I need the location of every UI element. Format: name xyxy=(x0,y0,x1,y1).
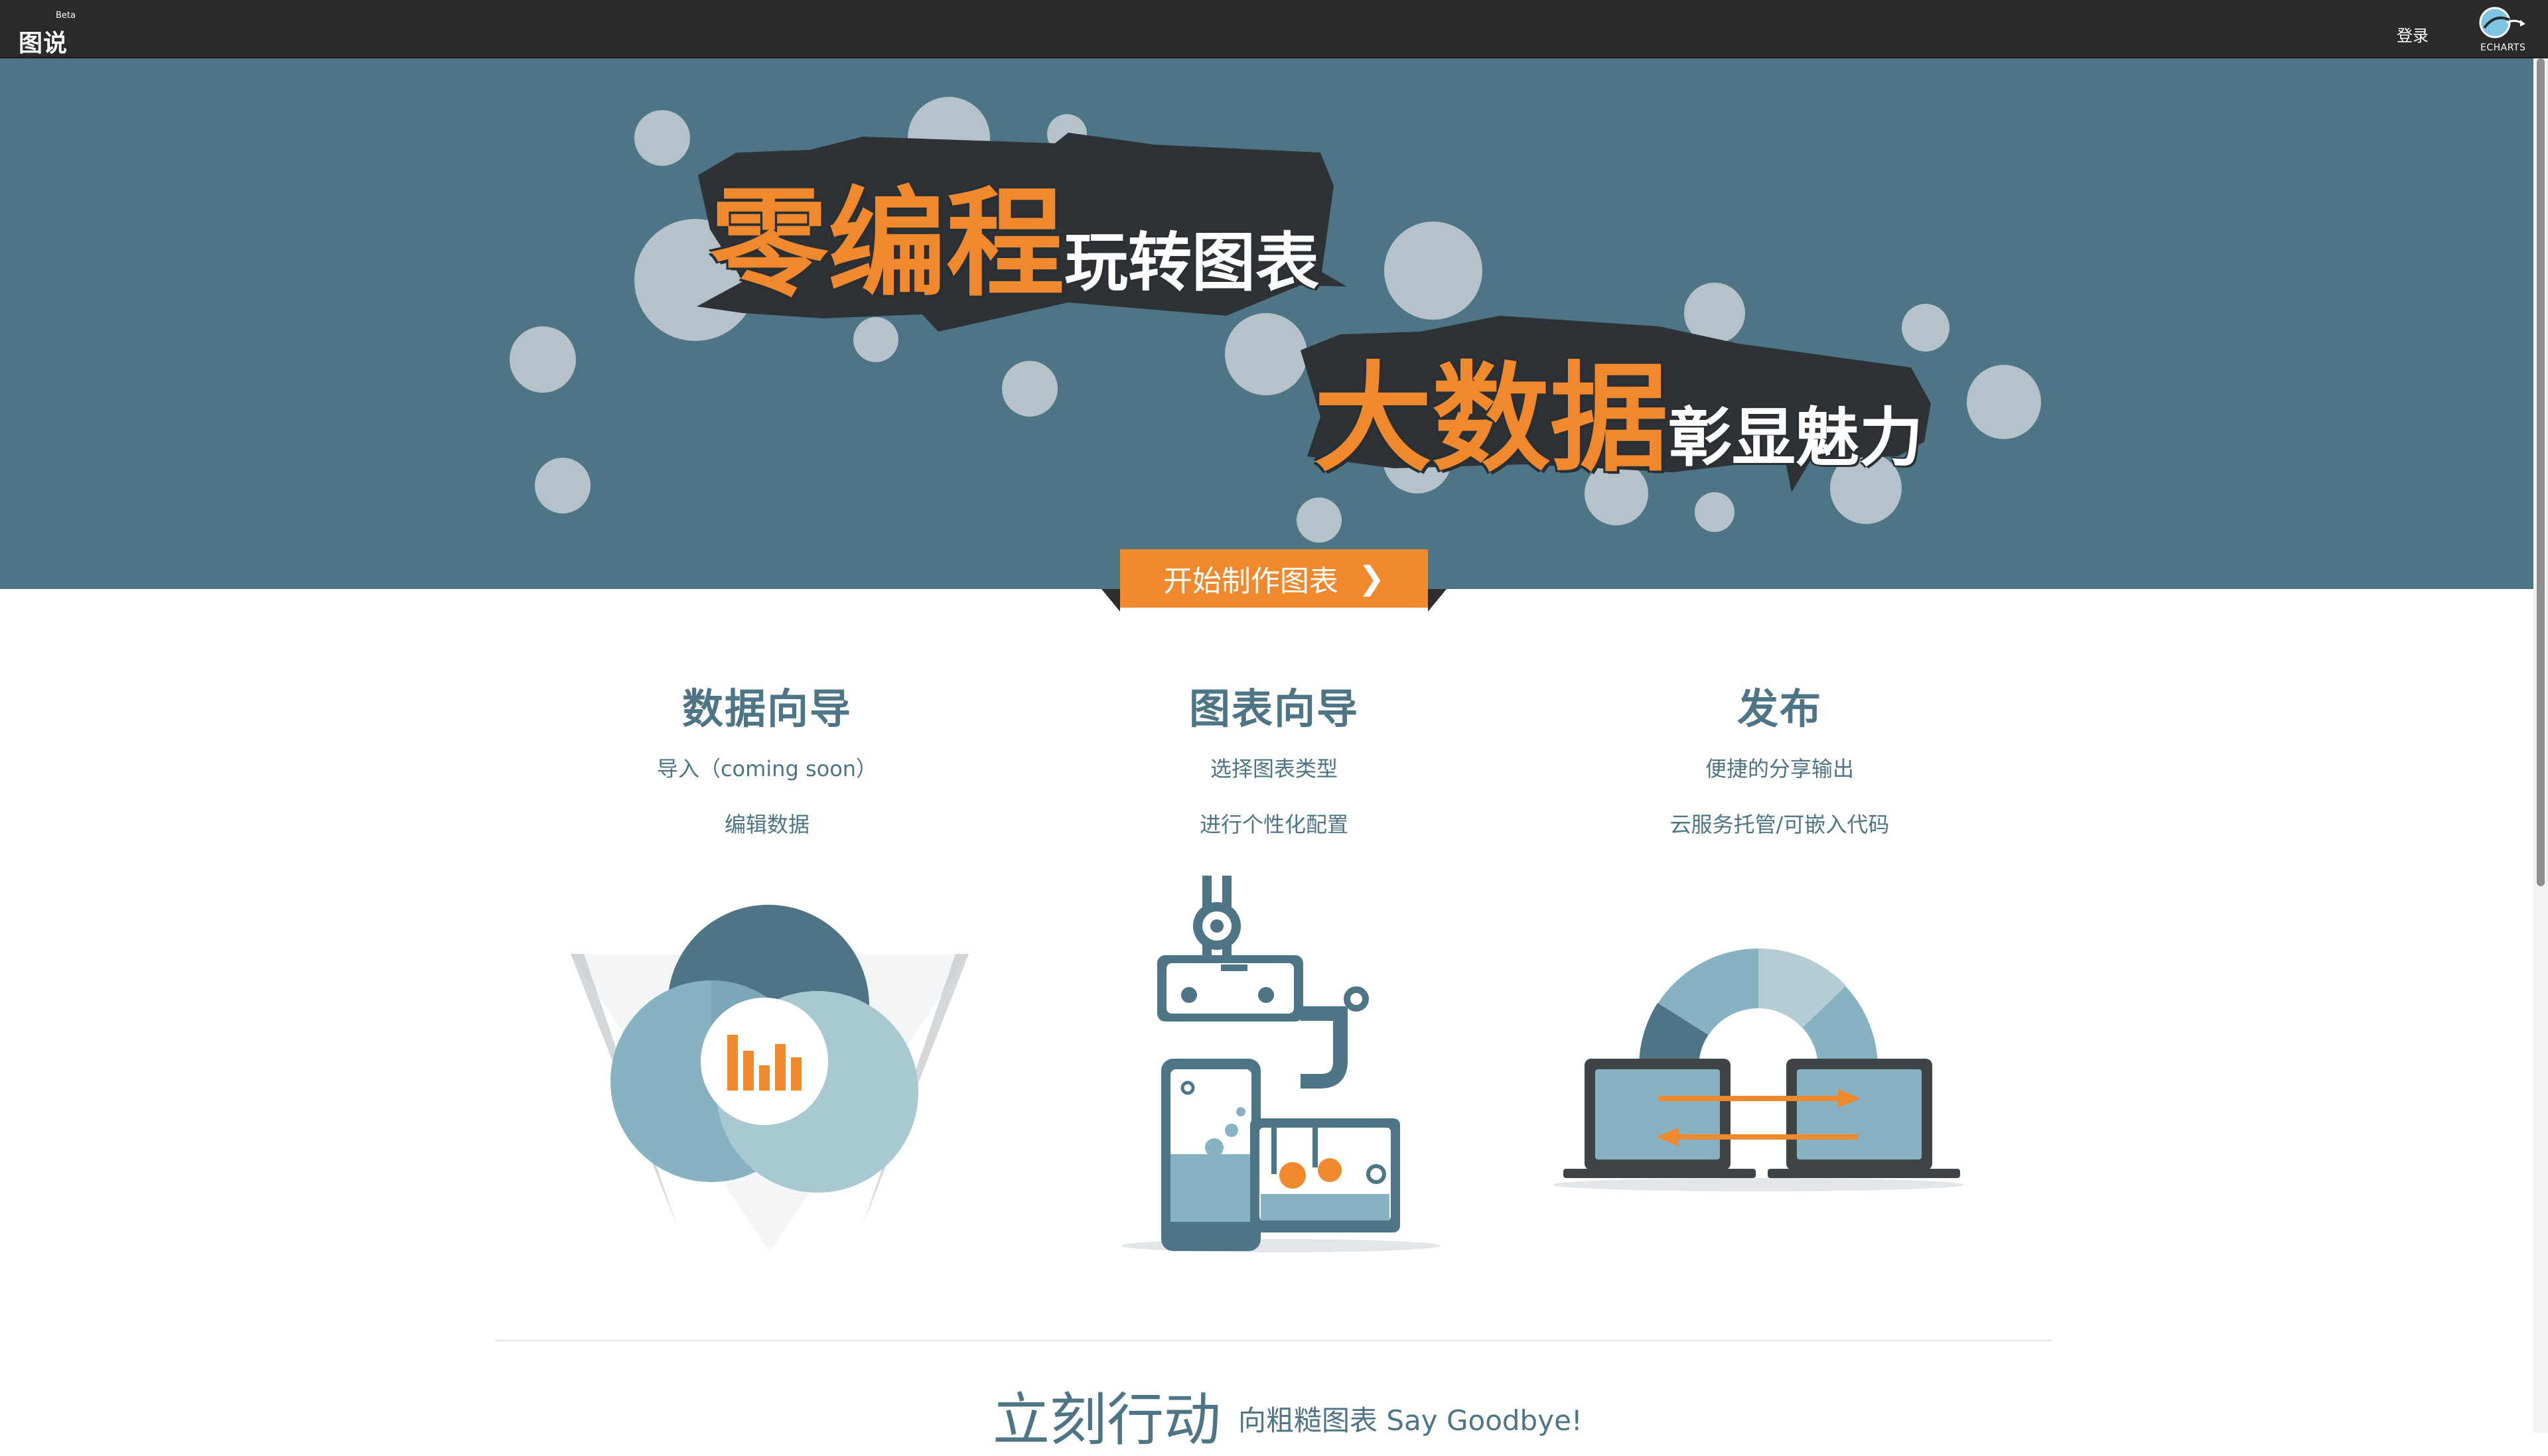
feature-chart-wizard: 图表向导 选择图表类型 进行个性化配置 xyxy=(1062,675,1486,838)
chevron-right-icon: ❯ xyxy=(1358,560,1385,597)
bubble xyxy=(1297,497,1342,543)
start-chart-label: 开始制作图表 xyxy=(1163,564,1338,598)
beta-badge: Beta xyxy=(56,11,76,21)
headline-2: 大数据彰显魅力 xyxy=(1314,324,1923,494)
bubble xyxy=(535,458,591,513)
bubble xyxy=(853,317,898,362)
bubble xyxy=(634,110,690,166)
scrollbar-thumb[interactable] xyxy=(2537,58,2545,886)
publish-illustration xyxy=(1553,948,1964,1191)
feature-item-share: 便捷的分享输出 xyxy=(1705,756,1854,781)
cta-wrapper: 开始制作图表 ❯ xyxy=(1101,549,1447,612)
feature-item-cloud: 云服务托管/可嵌入代码 xyxy=(1669,812,1890,837)
feature-title: 发布 xyxy=(1736,685,1822,733)
feature-title: 图表向导 xyxy=(1188,685,1359,733)
chart-wizard-illustration xyxy=(1121,876,1440,1252)
login-link[interactable]: 登录 xyxy=(2397,23,2429,46)
bubble xyxy=(1384,222,1482,320)
bubble xyxy=(1225,313,1307,395)
hero-banner: 零编程玩转图表 大数据彰显魅力 xyxy=(0,58,2533,589)
start-chart-button[interactable]: 开始制作图表 ❯ xyxy=(1120,549,1428,608)
headline-2-emphasis: 大数据 xyxy=(1314,350,1668,488)
top-navbar: Beta 图说 登录 ECHARTS xyxy=(0,0,2548,58)
feature-item-chart-type: 选择图表类型 xyxy=(1210,756,1338,781)
feature-publish: 发布 便捷的分享输出 云服务托管/可嵌入代码 xyxy=(1567,675,1992,838)
feature-item-customize: 进行个性化配置 xyxy=(1199,812,1348,837)
feature-item-edit-data: 编辑数据 xyxy=(724,812,810,837)
feature-title: 数据向导 xyxy=(681,685,852,733)
data-wizard-illustration xyxy=(571,905,969,1252)
headline-1: 零编程玩转图表 xyxy=(710,149,1319,319)
section-divider xyxy=(495,1340,2052,1341)
hero-bubbles xyxy=(510,97,2041,543)
echarts-icon xyxy=(2479,7,2525,38)
cta-ribbon-left xyxy=(1101,589,1120,612)
bubble xyxy=(1695,492,1734,532)
brand-name[interactable]: 图说 xyxy=(19,24,68,58)
act-now-title: 立刻行动 xyxy=(993,1387,1221,1453)
bubble xyxy=(1967,365,2041,439)
bubble xyxy=(510,326,576,393)
headline-1-emphasis: 零编程 xyxy=(710,175,1064,312)
headline-1-text: 玩转图表 xyxy=(1064,226,1319,300)
feature-data-wizard: 数据向导 导入（coming soon） 编辑数据 xyxy=(555,675,979,838)
feature-item-import: 导入（coming soon） xyxy=(656,756,878,781)
headline-2-text: 彰显魅力 xyxy=(1668,401,1923,475)
echarts-label: ECHARTS xyxy=(2480,42,2526,53)
echarts-logo[interactable]: ECHARTS xyxy=(2475,4,2529,57)
bubble xyxy=(1002,361,1058,417)
page-scrollbar[interactable] xyxy=(2533,58,2548,1433)
cta-ribbon-right xyxy=(1428,589,1447,612)
